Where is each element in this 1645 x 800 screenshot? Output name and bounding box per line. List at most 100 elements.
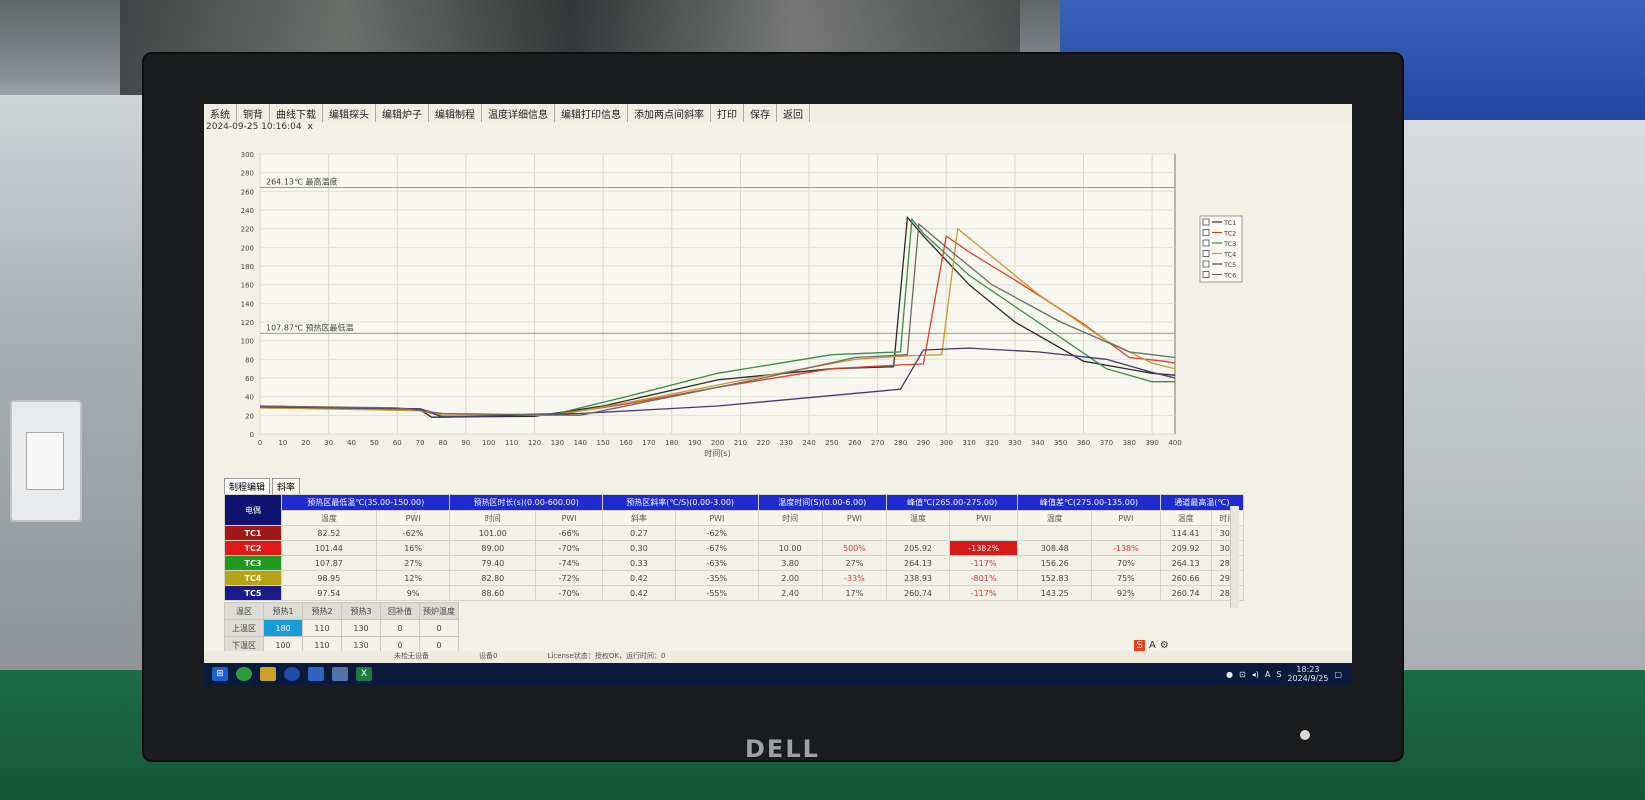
x-tick-label: 310 (962, 439, 975, 447)
menu-item-3[interactable]: 编辑探头 (323, 104, 376, 122)
windows-start-icon[interactable]: ⊞ (212, 667, 228, 681)
table-header[interactable]: 峰值差℃(275.00-135.00) (1017, 494, 1161, 511)
table-cell: 260.66 (1159, 570, 1212, 586)
tab-close-icon[interactable]: x (308, 122, 313, 138)
clock[interactable]: 18:23 2024/9/25 (1287, 665, 1328, 683)
table-subheader: 时间 (449, 510, 537, 526)
sogou-icon[interactable]: S (1134, 640, 1145, 651)
x-tick-label: 100 (482, 439, 495, 447)
x-tick-label: 320 (985, 439, 998, 447)
table-cell: -55% (675, 585, 759, 601)
table-cell: 27% (375, 555, 451, 571)
table-row[interactable]: TC5 97.54 9% 88.60 -70% 0.42 -55% 2.40 17% 260.74… (224, 585, 1245, 601)
x-tick-label: 200 (711, 439, 724, 447)
legend-item-tc3: TC3 (1223, 240, 1236, 248)
menu-item-6[interactable]: 温度详细信息 (482, 104, 555, 122)
y-tick-label: 20 (245, 412, 254, 420)
table-row[interactable]: TC1 82.52 -62% 101.00 -66% 0.27 -62% 114.41 308 (224, 525, 1245, 541)
x-tick-label: 250 (825, 439, 838, 447)
menu-item-5[interactable]: 编辑制程 (429, 104, 482, 122)
x-tick-label: 20 (301, 439, 310, 447)
app-green-icon[interactable] (236, 667, 252, 681)
menu-item-9[interactable]: 打印 (711, 104, 744, 122)
table-row[interactable]: TC4 98.95 12% 82.80 -72% 0.42 -35% 2.00 -33% 238.… (224, 570, 1245, 586)
tc-label[interactable]: TC1 (224, 525, 282, 541)
table-header[interactable]: 峰值℃(265.00-275.00) (886, 494, 1019, 511)
zone-header: 预热1 (263, 602, 303, 620)
table-cell: 16% (375, 540, 451, 556)
menu-item-0[interactable]: 系统 (204, 104, 237, 122)
table-cell: 308.48 (1017, 540, 1093, 556)
table-scrollbar[interactable] (1230, 506, 1239, 608)
profiler-app-icon[interactable] (332, 667, 348, 681)
tc-label[interactable]: TC5 (224, 585, 282, 601)
tc-label[interactable]: TC2 (224, 540, 282, 556)
x-tick-label: 0 (258, 439, 262, 447)
zone-input[interactable]: 0 (380, 619, 420, 637)
menu-item-8[interactable]: 添加两点间斜率 (628, 104, 711, 122)
tc-label[interactable]: TC4 (224, 570, 282, 586)
table-header[interactable]: 预热区时长(s)(0.00-600.00) (449, 494, 603, 511)
table-cell (886, 525, 950, 541)
table-cell: 0.30 (601, 540, 677, 556)
ime-settings-icon[interactable]: ⚙ (1160, 640, 1169, 651)
x-tick-label: 90 (461, 439, 470, 447)
table-row[interactable]: TC3 107.87 27% 79.40 -74% 0.33 -63% 3.80 27% 264.… (224, 555, 1245, 571)
excel-icon[interactable]: X (356, 667, 372, 681)
legend-checkbox (1202, 229, 1210, 236)
menu-item-7[interactable]: 编辑打印信息 (555, 104, 628, 122)
zone-input[interactable]: 110 (302, 619, 342, 637)
table-header[interactable]: 电偶 (224, 494, 282, 526)
menu-item-2[interactable]: 曲线下载 (270, 104, 323, 122)
menu-item-10[interactable]: 保存 (744, 104, 777, 122)
table-cell: 260.74 (886, 585, 950, 601)
tray-sogou-icon[interactable]: S (1276, 670, 1281, 679)
table-header[interactable]: 温度时间(S)(0.00-6.00) (757, 494, 888, 511)
zone-input[interactable]: 180 (263, 619, 303, 637)
status-text-0: 未检无设备 (394, 652, 429, 660)
legend-item-tc4: TC4 (1223, 251, 1236, 259)
ime-a-icon[interactable]: A (1149, 640, 1156, 651)
tab-title[interactable]: 2024-09-25 10:16:04 (206, 122, 302, 138)
switch-rocker (26, 432, 64, 490)
tray-network-icon[interactable]: ⊡ (1239, 670, 1246, 679)
table-cell: 156.26 (1017, 555, 1093, 571)
table-cell: 97.54 (281, 585, 377, 601)
tray-ime-icon[interactable]: A (1265, 670, 1270, 679)
zone-input[interactable]: 130 (341, 619, 381, 637)
table-cell: -66% (535, 525, 603, 541)
table-cell: -70% (535, 540, 603, 556)
tray-volume-icon[interactable]: ◂) (1252, 670, 1259, 679)
table-header-row: 电偶 预热区最低温℃(35.00-150.00) 预热区时长(s)(0.00-600… (224, 494, 1245, 526)
file-explorer-icon[interactable] (260, 667, 276, 681)
y-tick-label: 80 (245, 356, 254, 364)
app-blue-icon[interactable] (308, 667, 324, 681)
table-cell: 12% (375, 570, 451, 586)
zone-input[interactable]: 0 (419, 619, 459, 637)
tc-label[interactable]: TC3 (224, 555, 282, 571)
legend-checkbox (1202, 260, 1210, 268)
legend-checkbox (1202, 239, 1210, 247)
profile-chart: 0 10 20 30 40 50 60 70 80 90 100 110 120 130 140 150 160… (204, 138, 1352, 478)
menu-item-1[interactable]: 铜背 (237, 104, 270, 122)
table-header[interactable]: 预热区斜率(℃/S)(0.00-3.00) (601, 494, 759, 511)
table-subheader: PWI (821, 510, 888, 526)
x-tick-label: 130 (551, 439, 564, 447)
table-subheader: 时间 (757, 510, 823, 526)
menu-item-11[interactable]: 返回 (777, 104, 810, 122)
table-cell: 79.40 (449, 555, 537, 571)
table-row[interactable]: TC2 101.44 16% 89.00 -70% 0.30 -67% 10.00 500% 20… (224, 540, 1245, 556)
tab-1[interactable]: 斜率 (272, 478, 301, 495)
y-tick-label: 60 (245, 375, 254, 383)
notification-icon[interactable]: ▢ (1334, 670, 1342, 679)
y-tick-label: 160 (241, 282, 254, 290)
browser-icon[interactable] (284, 667, 300, 681)
tab-0[interactable]: 制程编辑 (224, 478, 271, 495)
legend-checkbox (1202, 250, 1210, 257)
table-cell: 70% (1091, 555, 1161, 571)
table-header[interactable]: 预热区最低温℃(35.00-150.00) (280, 494, 451, 511)
menu-item-4[interactable]: 编辑炉子 (376, 104, 429, 122)
legend-checkbox (1202, 271, 1210, 278)
zone-header: 回补值 (380, 602, 420, 620)
tray-shield-icon[interactable]: ● (1226, 670, 1233, 679)
